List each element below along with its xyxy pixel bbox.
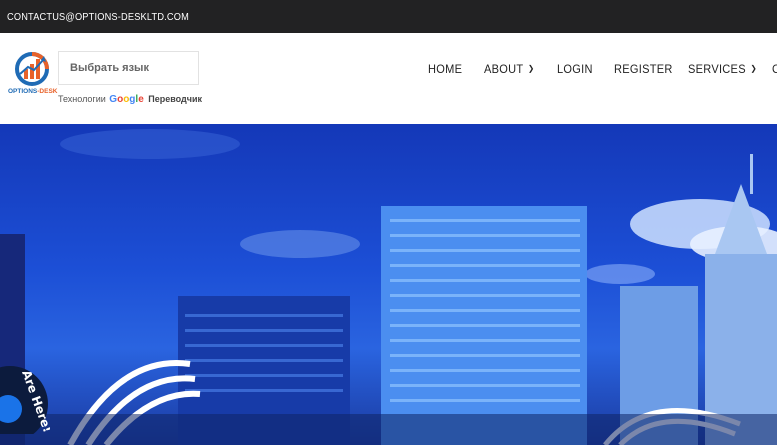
hero-banner: Are Here! — [0, 124, 777, 445]
top-bar: CONTACTUS@OPTIONS-DESKLTD.COM — [0, 0, 777, 33]
powered-prefix: Технологии — [58, 94, 106, 104]
google-letter: G — [109, 94, 118, 105]
nav-register[interactable]: REGISTER — [614, 62, 673, 76]
you-are-here-badge[interactable]: Are Here! — [0, 314, 50, 434]
chevron-down-icon: ❯ — [528, 64, 535, 73]
nav-home[interactable]: HOME — [428, 62, 462, 76]
logo-text-accent: -DESK — [37, 88, 58, 95]
nav-about[interactable]: ABOUT ❯ — [484, 62, 534, 76]
logo-text: OPTIONS-DESK — [8, 88, 58, 95]
powered-by-google-translate: Технологии Google Переводчик — [58, 94, 202, 105]
logo-text-main: OPTIONS — [8, 88, 38, 95]
google-logo[interactable]: Google — [109, 94, 143, 105]
site-header: OPTIONS-DESK Выбрать язык Технологии Goo… — [0, 33, 777, 124]
nav-services-label: SERVICES — [688, 62, 746, 76]
city-skyline-image — [0, 129, 777, 445]
nav-services[interactable]: SERVICES ❯ — [688, 62, 757, 76]
nav-login[interactable]: LOGIN — [557, 62, 593, 76]
google-letter: e — [138, 94, 144, 105]
nav-about-label: ABOUT — [484, 62, 524, 76]
contact-email-link[interactable]: CONTACTUS@OPTIONS-DESKLTD.COM — [7, 11, 189, 23]
nav-item-cut-off[interactable]: C — [772, 62, 777, 76]
chevron-down-icon: ❯ — [750, 64, 757, 73]
language-select-label: Выбрать язык — [70, 62, 149, 74]
translate-link[interactable]: Переводчик — [148, 94, 202, 104]
language-select[interactable]: Выбрать язык — [58, 51, 199, 85]
